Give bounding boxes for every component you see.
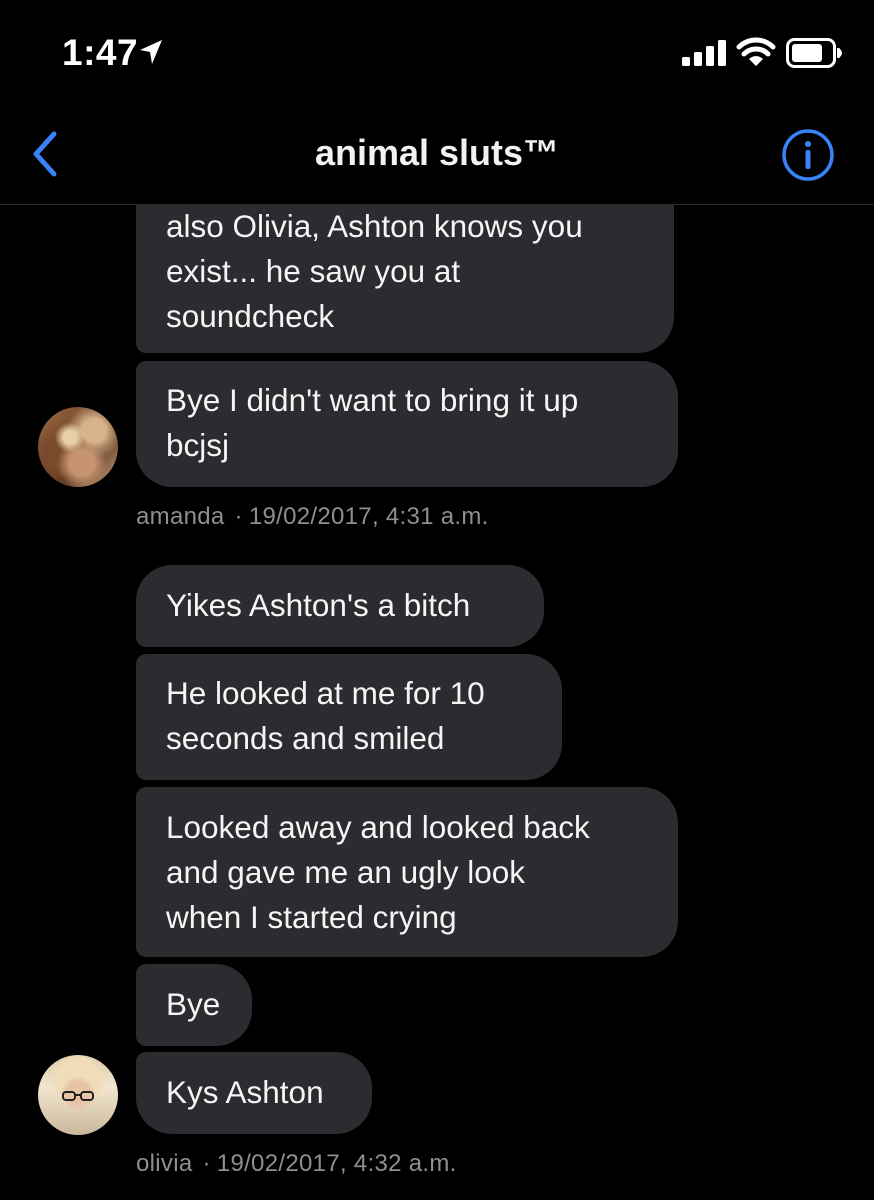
message-text: Bye	[166, 986, 221, 1022]
message-bubble[interactable]: He looked at me for 10 seconds and smile…	[136, 654, 562, 780]
glasses-graphic	[62, 1091, 94, 1101]
sender-name: olivia	[136, 1150, 193, 1177]
message-text: Kys Ashton	[166, 1074, 324, 1110]
location-arrow-icon	[140, 40, 162, 64]
status-bar: 1:47	[0, 0, 874, 100]
cellular-signal-icon	[682, 40, 726, 66]
battery-icon	[786, 38, 842, 68]
message-meta: amanda · 19/02/2017, 4:31 a.m.	[136, 503, 489, 531]
message-bubble[interactable]: Bye	[136, 964, 252, 1046]
meta-separator: ·	[234, 503, 243, 530]
meta-separator: ·	[202, 1150, 211, 1177]
navigation-bar: animal sluts™	[0, 100, 874, 205]
message-text: soundcheck	[166, 298, 335, 334]
message-text: and gave me an ugly look	[166, 854, 525, 890]
message-bubble[interactable]: also Olivia, Ashton knows you exist... h…	[136, 180, 674, 353]
message-timestamp: 19/02/2017, 4:32 a.m.	[216, 1150, 457, 1177]
message-text: Looked away and looked back	[166, 809, 590, 845]
message-meta: olivia · 19/02/2017, 4:32 a.m.	[136, 1150, 457, 1178]
message-bubble[interactable]: Bye I didn't want to bring it up bcjsj	[136, 361, 678, 487]
message-text: bcjsj	[166, 427, 230, 463]
message-text: Bye I didn't want to bring it up	[166, 382, 579, 418]
conversation-title[interactable]: animal sluts™	[0, 132, 874, 174]
message-bubble[interactable]: Yikes Ashton's a bitch	[136, 565, 544, 647]
message-text: seconds and smiled	[166, 720, 445, 756]
status-time: 1:47	[62, 32, 139, 73]
message-bubble[interactable]: Looked away and looked back and gave me …	[136, 787, 678, 957]
message-text: Yikes Ashton's a bitch	[166, 587, 471, 623]
sender-name: amanda	[136, 503, 225, 530]
avatar[interactable]	[38, 407, 118, 487]
message-timestamp: 19/02/2017, 4:31 a.m.	[248, 503, 489, 530]
message-bubble[interactable]: Kys Ashton	[136, 1052, 372, 1134]
avatar[interactable]	[38, 1055, 118, 1135]
message-text: when I started crying	[166, 899, 457, 935]
wifi-icon	[736, 37, 776, 66]
message-text: exist... he saw you at	[166, 253, 461, 289]
message-text: also Olivia, Ashton knows you	[166, 208, 583, 244]
message-text: He looked at me for 10	[166, 675, 485, 711]
info-circle-icon[interactable]	[780, 127, 836, 183]
